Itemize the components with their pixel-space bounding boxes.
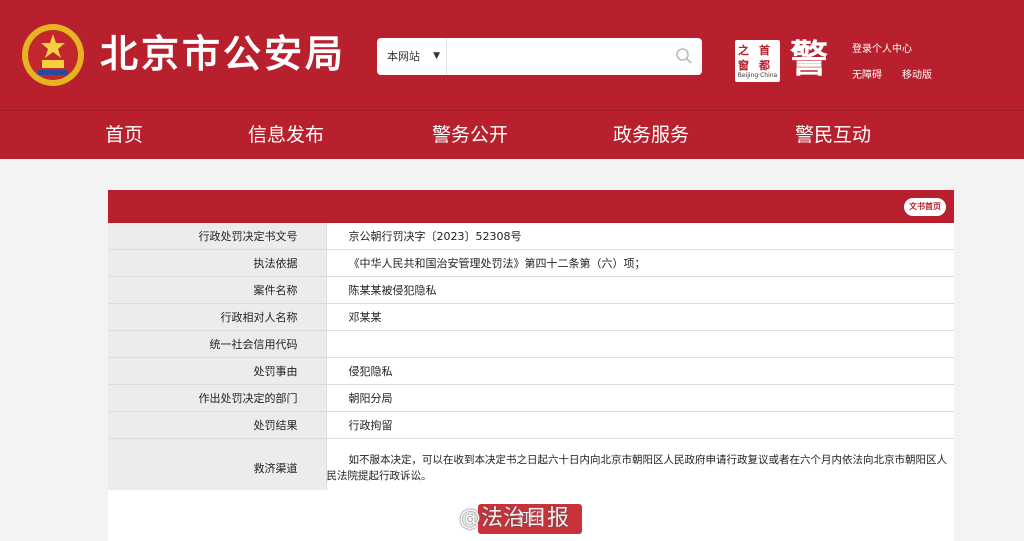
nav-item-interaction[interactable]: 警民互动 bbox=[795, 111, 871, 159]
row-label: 行政处罚决定书文号 bbox=[108, 223, 327, 250]
row-value: 侵犯隐私 bbox=[326, 357, 954, 385]
table-row: 救济渠道 如不服本决定，可以在收到本决定书之日起六十日内向北京市朝阳区人民政府申… bbox=[108, 438, 954, 498]
police-logo[interactable]: 警 bbox=[790, 37, 828, 81]
table-row: 执法依据 《中华人民共和国治安管理处罚法》第四十二条第（六）项； bbox=[108, 249, 954, 277]
row-value: 《中华人民共和国治安管理处罚法》第四十二条第（六）项； bbox=[326, 249, 954, 277]
row-label: 行政相对人名称 bbox=[108, 303, 327, 331]
police-emblem-icon bbox=[22, 24, 84, 86]
site-header: 北京市公安局 本网站 ▼ 之 首 窗 都 Beijing·China 警 登录个… bbox=[0, 0, 1024, 110]
row-value: 京公朝行罚决字〔2023〕52308号 bbox=[326, 223, 954, 250]
nav-item-news[interactable]: 信息发布 bbox=[248, 111, 324, 159]
accessibility-link[interactable]: 无障碍 bbox=[852, 66, 882, 81]
capital-logo-char: 之 bbox=[738, 44, 749, 57]
penalty-info-table: 行政处罚决定书文号 京公朝行罚决字〔2023〕52308号 执法依据 《中华人民… bbox=[108, 223, 954, 498]
capital-logo-char: 都 bbox=[759, 59, 770, 72]
weibo-icon bbox=[426, 510, 454, 530]
watermark-text: @法治日报 bbox=[459, 506, 570, 531]
row-label: 案件名称 bbox=[108, 276, 327, 304]
row-value bbox=[326, 330, 954, 358]
mobile-version-link[interactable]: 移动版 bbox=[902, 66, 932, 81]
nav-item-gov-services[interactable]: 政务服务 bbox=[613, 111, 689, 159]
table-row: 作出处罚决定的部门 朝阳分局 bbox=[108, 384, 954, 412]
row-value: 邓某某 bbox=[326, 303, 954, 331]
nav-item-police-affairs[interactable]: 警务公开 bbox=[432, 111, 508, 159]
row-value: 陈某某被侵犯隐私 bbox=[326, 276, 954, 304]
site-title: 北京市公安局 bbox=[100, 32, 347, 76]
search-input[interactable] bbox=[449, 40, 663, 75]
document-home-button[interactable]: 文书首页 bbox=[904, 198, 946, 216]
capital-logo-char: 窗 bbox=[738, 59, 749, 72]
row-value: 行政拘留 bbox=[326, 411, 954, 439]
table-row: 行政相对人名称 邓某某 bbox=[108, 303, 954, 331]
capital-logo-caption: Beijing·China bbox=[737, 72, 778, 79]
capital-logo-char: 首 bbox=[759, 44, 770, 57]
search-scope-select[interactable]: 本网站 ▼ bbox=[377, 38, 447, 75]
search-icon[interactable] bbox=[674, 46, 694, 66]
table-row: 处罚结果 行政拘留 bbox=[108, 411, 954, 439]
table-row: 行政处罚决定书文号 京公朝行罚决字〔2023〕52308号 bbox=[108, 223, 954, 250]
row-label: 作出处罚决定的部门 bbox=[108, 384, 327, 412]
main-nav: 首页 信息发布 警务公开 政务服务 警民互动 bbox=[0, 110, 1024, 159]
login-link[interactable]: 登录个人中心 bbox=[852, 40, 912, 55]
chevron-down-icon: ▼ bbox=[433, 51, 440, 61]
row-label: 处罚结果 bbox=[108, 411, 327, 439]
search-scope-label: 本网站 bbox=[387, 50, 420, 63]
row-label: 处罚事由 bbox=[108, 357, 327, 385]
row-label: 救济渠道 bbox=[108, 438, 327, 498]
search-bar: 本网站 ▼ bbox=[377, 38, 702, 75]
remedy-text: 如不服本决定，可以在收到本决定书之日起六十日内向北京市朝阳区人民政府申请行政复议… bbox=[326, 438, 954, 498]
row-label: 执法依据 bbox=[108, 249, 327, 277]
table-row: 案件名称 陈某某被侵犯隐私 bbox=[108, 276, 954, 304]
watermark: @法治日报 bbox=[425, 500, 570, 531]
nav-item-home[interactable]: 首页 bbox=[105, 111, 143, 159]
table-row: 处罚事由 侵犯隐私 bbox=[108, 357, 954, 385]
row-value: 朝阳分局 bbox=[326, 384, 954, 412]
document-panel: 文书首页 行政处罚决定书文号 京公朝行罚决字〔2023〕52308号 执法依据 … bbox=[108, 190, 954, 500]
table-row: 统一社会信用代码 bbox=[108, 330, 954, 358]
row-label: 统一社会信用代码 bbox=[108, 330, 327, 358]
document-header-bar: 文书首页 bbox=[108, 190, 954, 223]
